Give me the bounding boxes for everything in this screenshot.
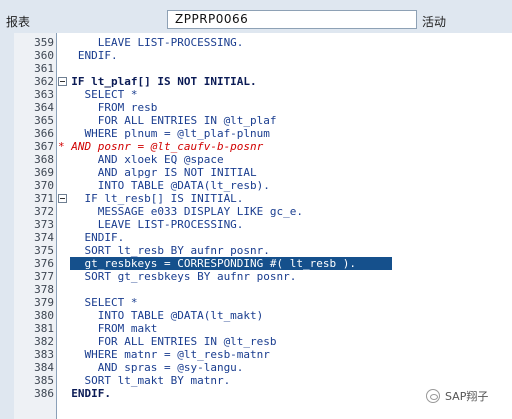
title-toolbar: 报表 ZPPRP0066 活动 bbox=[0, 0, 512, 34]
code-line[interactable]: 382 FOR ALL ENTRIES IN @lt_resb bbox=[0, 335, 512, 348]
line-number: 366 bbox=[34, 127, 54, 140]
code-text: FOR ALL ENTRIES IN @lt_plaf bbox=[58, 114, 277, 127]
code-text: SELECT * bbox=[58, 296, 138, 309]
code-text: gt_resbkeys = CORRESPONDING #( lt_resb )… bbox=[58, 257, 357, 270]
code-line[interactable]: 369 AND alpgr IS NOT INITIAL bbox=[0, 166, 512, 179]
line-number: 363 bbox=[34, 88, 54, 101]
code-line[interactable]: 378 bbox=[0, 283, 512, 296]
code-text: AND xloek EQ @space bbox=[58, 153, 224, 166]
code-line[interactable]: 366 WHERE plnum = @lt_plaf-plnum bbox=[0, 127, 512, 140]
line-number: 382 bbox=[34, 335, 54, 348]
line-number: 362 bbox=[34, 75, 54, 88]
line-number: 361 bbox=[34, 62, 54, 75]
code-text: LEAVE LIST-PROCESSING. bbox=[58, 218, 244, 231]
code-text: * AND posnr = @lt_caufv-b-posnr bbox=[58, 140, 264, 153]
wechat-icon bbox=[426, 389, 440, 403]
code-line[interactable]: 364 FROM resb bbox=[0, 101, 512, 114]
line-number: 378 bbox=[34, 283, 54, 296]
code-line[interactable]: 374 ENDIF. bbox=[0, 231, 512, 244]
line-number: 384 bbox=[34, 361, 54, 374]
code-line[interactable]: 383 WHERE matnr = @lt_resb-matnr bbox=[0, 348, 512, 361]
active-status-label: 活动 bbox=[422, 15, 447, 29]
code-text: FOR ALL ENTRIES IN @lt_resb bbox=[58, 335, 277, 348]
code-text: FROM makt bbox=[58, 322, 158, 335]
report-label: 报表 bbox=[6, 15, 31, 29]
line-number: 380 bbox=[34, 309, 54, 322]
code-text: SORT gt_resbkeys BY aufnr posnr. bbox=[58, 270, 297, 283]
line-number: 375 bbox=[34, 244, 54, 257]
line-number: 373 bbox=[34, 218, 54, 231]
code-text: ENDIF. bbox=[58, 49, 118, 62]
code-line[interactable]: 363 SELECT * bbox=[0, 88, 512, 101]
line-number: 360 bbox=[34, 49, 54, 62]
code-text: IF lt_resb[] IS INITIAL. bbox=[58, 192, 244, 205]
code-text: ENDIF. bbox=[58, 231, 125, 244]
code-line[interactable]: 371 IF lt_resb[] IS INITIAL. bbox=[0, 192, 512, 205]
code-line[interactable]: 362 IF lt_plaf[] IS NOT INITIAL. bbox=[0, 75, 512, 88]
line-number: 359 bbox=[34, 36, 54, 49]
watermark-text: SAP翔子 bbox=[445, 390, 489, 403]
code-line[interactable]: 370 INTO TABLE @DATA(lt_resb). bbox=[0, 179, 512, 192]
code-line[interactable]: 377 SORT gt_resbkeys BY aufnr posnr. bbox=[0, 270, 512, 283]
line-number: 386 bbox=[34, 387, 54, 400]
code-line[interactable]: 365 FOR ALL ENTRIES IN @lt_plaf bbox=[0, 114, 512, 127]
code-text: SORT lt_makt BY matnr. bbox=[58, 374, 231, 387]
line-number: 379 bbox=[34, 296, 54, 309]
code-line[interactable]: 361 bbox=[0, 62, 512, 75]
code-line[interactable]: 384 AND spras = @sy-langu. bbox=[0, 361, 512, 374]
line-number: 369 bbox=[34, 166, 54, 179]
program-name-field[interactable]: ZPPRP0066 bbox=[167, 10, 417, 29]
code-text: SORT lt_resb BY aufnr posnr. bbox=[58, 244, 270, 257]
code-line[interactable]: 380 INTO TABLE @DATA(lt_makt) bbox=[0, 309, 512, 322]
code-text: SELECT * bbox=[58, 88, 138, 101]
watermark: SAP翔子 bbox=[426, 386, 488, 406]
code-text: AND spras = @sy-langu. bbox=[58, 361, 244, 374]
code-text: IF lt_plaf[] IS NOT INITIAL. bbox=[58, 75, 257, 88]
line-number: 368 bbox=[34, 153, 54, 166]
code-text: INTO TABLE @DATA(lt_resb). bbox=[58, 179, 270, 192]
code-text: WHERE plnum = @lt_plaf-plnum bbox=[58, 127, 270, 140]
code-line[interactable]: 360 ENDIF. bbox=[0, 49, 512, 62]
line-number: 385 bbox=[34, 374, 54, 387]
code-text: ENDIF. bbox=[58, 387, 111, 400]
code-line[interactable]: 379 SELECT * bbox=[0, 296, 512, 309]
abap-code-editor[interactable]: 359 LEAVE LIST-PROCESSING. 360 ENDIF. 361 3… bbox=[0, 33, 512, 419]
code-line[interactable]: 375 SORT lt_resb BY aufnr posnr. bbox=[0, 244, 512, 257]
code-line[interactable]: 368 AND xloek EQ @space bbox=[0, 153, 512, 166]
code-line[interactable]: 372 MESSAGE e033 DISPLAY LIKE gc_e. bbox=[0, 205, 512, 218]
code-text: WHERE matnr = @lt_resb-matnr bbox=[58, 348, 270, 361]
line-number: 377 bbox=[34, 270, 54, 283]
line-number: 376 bbox=[34, 257, 54, 270]
line-number: 372 bbox=[34, 205, 54, 218]
code-line[interactable]: 373 LEAVE LIST-PROCESSING. bbox=[0, 218, 512, 231]
code-text: AND alpgr IS NOT INITIAL bbox=[58, 166, 257, 179]
line-number: 371 bbox=[34, 192, 54, 205]
line-number: 364 bbox=[34, 101, 54, 114]
line-number: 374 bbox=[34, 231, 54, 244]
line-number: 370 bbox=[34, 179, 54, 192]
code-line[interactable]: 381 FROM makt bbox=[0, 322, 512, 335]
code-text: FROM resb bbox=[58, 101, 158, 114]
code-line[interactable]: 367 * AND posnr = @lt_caufv-b-posnr bbox=[0, 140, 512, 153]
code-line[interactable]: 376 gt_resbkeys = CORRESPONDING #( lt_re… bbox=[0, 257, 512, 270]
line-number: 381 bbox=[34, 322, 54, 335]
code-text: INTO TABLE @DATA(lt_makt) bbox=[58, 309, 264, 322]
line-number: 365 bbox=[34, 114, 54, 127]
line-number: 383 bbox=[34, 348, 54, 361]
code-text: LEAVE LIST-PROCESSING. bbox=[58, 36, 244, 49]
code-text: MESSAGE e033 DISPLAY LIKE gc_e. bbox=[58, 205, 304, 218]
code-line[interactable]: 359 LEAVE LIST-PROCESSING. bbox=[0, 36, 512, 49]
line-number: 367 bbox=[34, 140, 54, 153]
